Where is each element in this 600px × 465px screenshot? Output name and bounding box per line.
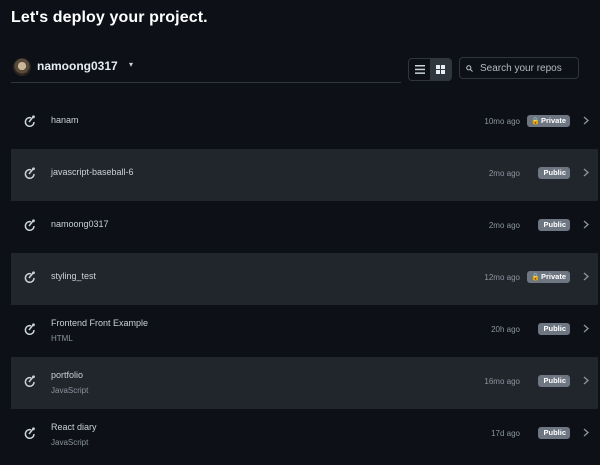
- git-repo-icon: [24, 167, 35, 180]
- repo-language: HTML: [51, 334, 73, 343]
- repo-name: portfolio: [51, 370, 84, 380]
- chevron-down-icon: ▾: [129, 60, 134, 69]
- repo-row[interactable]: styling_test 12mo ago 🔒Private: [11, 253, 598, 305]
- repo-updated-time: 10mo ago: [484, 117, 520, 126]
- repo-language: JavaScript: [51, 386, 89, 395]
- git-repo-icon: [24, 271, 35, 284]
- view-toggle: [408, 58, 452, 81]
- lock-icon: 🔒: [531, 274, 540, 281]
- repo-row[interactable]: namoong0317 2mo ago Public: [11, 201, 598, 253]
- page-title: Let's deploy your project.: [11, 9, 208, 26]
- repo-updated-time: 2mo ago: [488, 169, 520, 178]
- search-icon: [466, 64, 473, 72]
- chevron-right-icon: [583, 168, 589, 177]
- repo-name: javascript-baseball-6: [51, 167, 134, 177]
- visibility-badge: 🔒Private: [527, 271, 570, 283]
- repo-name: styling_test: [51, 271, 97, 281]
- chevron-right-icon: [583, 376, 589, 385]
- visibility-badge: Public: [538, 323, 570, 335]
- chevron-right-icon: [583, 220, 589, 229]
- git-repo-icon: [24, 375, 35, 388]
- lock-icon: 🔒: [531, 118, 540, 125]
- grid-view-button[interactable]: [430, 59, 451, 80]
- list-view-button[interactable]: [409, 59, 430, 80]
- account-selector[interactable]: namoong0317 ▾: [11, 55, 401, 83]
- repo-updated-time: 20h ago: [491, 325, 520, 334]
- repo-updated-time: 17d ago: [491, 429, 520, 438]
- repo-row[interactable]: javascript-baseball-6 2mo ago Public: [11, 149, 598, 201]
- visibility-badge: Public: [538, 427, 570, 439]
- git-repo-icon: [24, 323, 35, 336]
- repo-language: JavaScript: [51, 438, 89, 447]
- repo-name: namoong0317: [51, 219, 109, 229]
- repo-row[interactable]: hanam 10mo ago 🔒Private: [11, 97, 598, 149]
- repo-row[interactable]: React diary JavaScript 17d ago Public: [11, 409, 598, 461]
- repo-name: Frontend Front Example: [51, 318, 149, 328]
- search-box: [459, 57, 579, 79]
- repo-name: hanam: [51, 115, 79, 125]
- visibility-badge: Public: [538, 167, 570, 179]
- grid-icon: [436, 65, 445, 74]
- search-input[interactable]: [478, 61, 578, 75]
- chevron-right-icon: [583, 324, 589, 333]
- git-repo-icon: [24, 427, 35, 440]
- git-repo-icon: [24, 219, 35, 232]
- repo-row[interactable]: Frontend Front Example HTML 20h ago Publ…: [11, 305, 598, 357]
- visibility-badge: Public: [538, 219, 570, 231]
- repo-updated-time: 12mo ago: [484, 273, 520, 282]
- visibility-badge: 🔒Private: [527, 115, 570, 127]
- repo-list: hanam 10mo ago 🔒Private javascript-baseb…: [11, 97, 598, 461]
- chevron-right-icon: [583, 272, 589, 281]
- avatar: [13, 58, 31, 76]
- git-repo-icon: [24, 115, 35, 128]
- chevron-right-icon: [583, 428, 589, 437]
- list-icon: [414, 65, 425, 74]
- repo-updated-time: 2mo ago: [488, 221, 520, 230]
- repo-updated-time: 16mo ago: [484, 377, 520, 386]
- account-name: namoong0317: [37, 59, 118, 73]
- visibility-badge: Public: [538, 375, 570, 387]
- repo-name: React diary: [51, 422, 97, 432]
- repo-row[interactable]: portfolio JavaScript 16mo ago Public: [11, 357, 598, 409]
- chevron-right-icon: [583, 116, 589, 125]
